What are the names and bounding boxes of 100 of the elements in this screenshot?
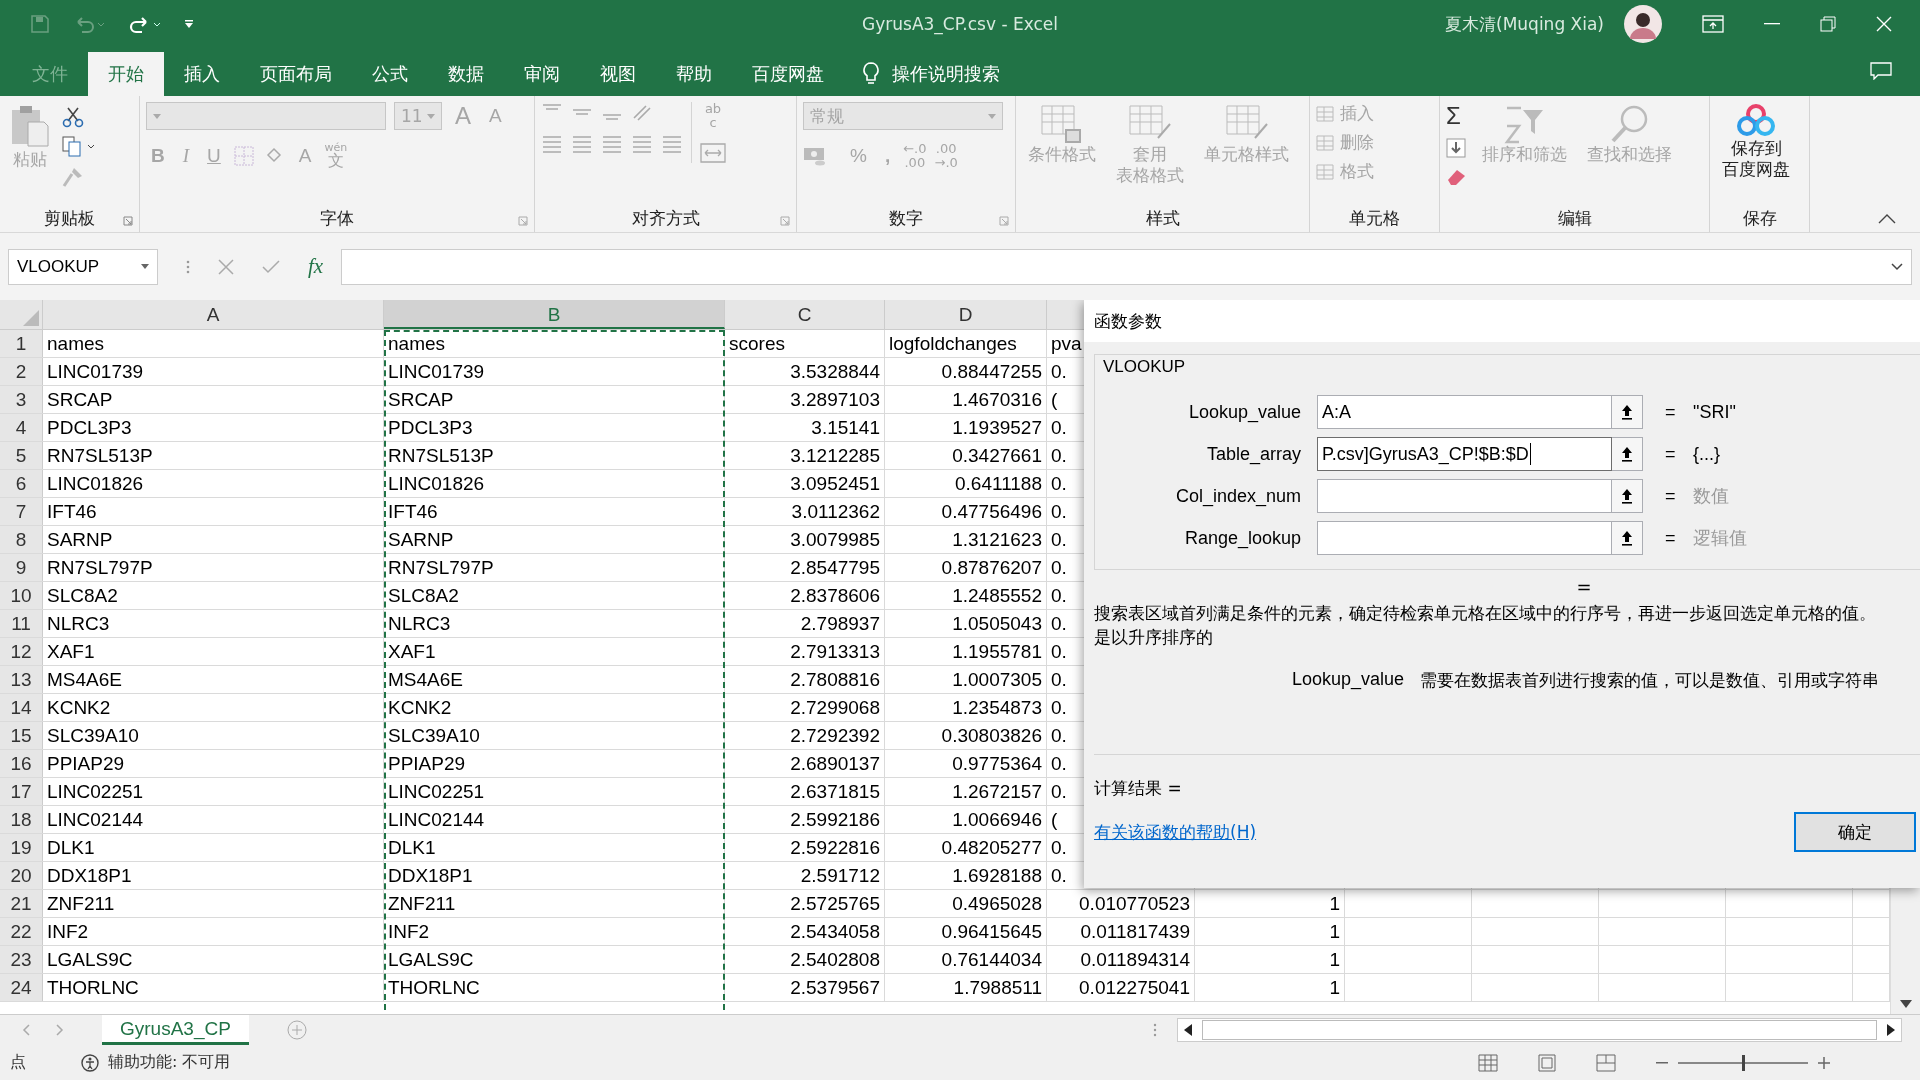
row-number[interactable]: 13 (0, 666, 43, 693)
cut-icon[interactable] (62, 106, 84, 128)
save-icon[interactable] (30, 14, 50, 34)
row-number[interactable]: 5 (0, 442, 43, 469)
row-number[interactable]: 3 (0, 386, 43, 413)
scroll-down-icon[interactable] (1899, 1000, 1912, 1008)
dropdown-caret-icon[interactable] (141, 264, 149, 269)
collapse-dialog-button[interactable] (1612, 437, 1643, 471)
name-box[interactable]: VLOOKUP (8, 248, 158, 285)
table-cell: RN7SL513P (384, 442, 725, 469)
row-number[interactable]: 17 (0, 778, 43, 805)
row-number[interactable]: 24 (0, 974, 43, 1001)
enter-check-icon[interactable] (262, 259, 280, 274)
close-icon[interactable] (1876, 16, 1892, 32)
accessibility-status[interactable]: 辅助功能: 不可用 (108, 1052, 231, 1073)
ribbon-tab[interactable]: 数据 (428, 52, 504, 96)
function-name: VLOOKUP (1103, 357, 1186, 377)
row-number[interactable]: 8 (0, 526, 43, 553)
row-number[interactable]: 11 (0, 610, 43, 637)
previous-sheet-icon[interactable] (22, 1024, 30, 1036)
collapse-ribbon-icon[interactable] (1878, 214, 1896, 224)
fill-down-icon[interactable] (1446, 138, 1468, 158)
select-all-icon[interactable] (23, 310, 39, 326)
column-header[interactable]: B (384, 300, 725, 329)
sheet-tab[interactable]: GyrusA3_CP (102, 1015, 249, 1045)
table-cell: KCNK2 (43, 694, 384, 721)
horizontal-scrollbar[interactable] (1176, 1018, 1902, 1042)
column-header[interactable]: D (885, 300, 1047, 329)
row-number[interactable]: 10 (0, 582, 43, 609)
ribbon-tab[interactable]: 开始 (88, 52, 164, 96)
minimize-icon[interactable] (1764, 23, 1780, 25)
ribbon-tab[interactable]: 插入 (164, 52, 240, 96)
table-cell: 0.87876207 (885, 554, 1047, 581)
row-number[interactable]: 1 (0, 330, 43, 357)
argument-field[interactable]: P.csv]GyrusA3_CP!$B:$D (1317, 437, 1612, 471)
zoom-in-icon[interactable] (1818, 1056, 1830, 1069)
ribbon-tab[interactable]: 百度网盘 (732, 52, 844, 96)
table-cell: IFT46 (384, 498, 725, 525)
autosum-button[interactable]: Σ (1446, 102, 1468, 130)
row-number[interactable]: 14 (0, 694, 43, 721)
ribbon-display-icon[interactable] (1702, 15, 1724, 33)
tell-me-search[interactable]: 操作说明搜索 (892, 62, 1000, 86)
collapse-dialog-button[interactable] (1612, 479, 1643, 513)
page-layout-view-icon[interactable] (1538, 1053, 1556, 1072)
row-number[interactable]: 19 (0, 834, 43, 861)
zoom-thumb[interactable] (1742, 1054, 1745, 1071)
ribbon-tab[interactable]: 视图 (580, 52, 656, 96)
ribbon-tab[interactable]: 审阅 (504, 52, 580, 96)
table-cell: 1.2485552 (885, 582, 1047, 609)
comment-icon[interactable] (1870, 62, 1892, 80)
scroll-right-icon[interactable] (1886, 1024, 1895, 1036)
formula-input[interactable] (341, 248, 1912, 285)
table-cell: SLC39A10 (43, 722, 384, 749)
argument-field[interactable] (1317, 479, 1612, 513)
row-number[interactable]: 21 (0, 890, 43, 917)
table-cell: 0.30803826 (885, 722, 1047, 749)
row-number[interactable]: 9 (0, 554, 43, 581)
table-cell: names (43, 330, 384, 357)
row-number[interactable]: 7 (0, 498, 43, 525)
expand-caret-icon[interactable] (1891, 262, 1903, 271)
copy-icon[interactable] (62, 136, 96, 158)
row-number[interactable]: 2 (0, 358, 43, 385)
add-sheet-icon[interactable] (286, 1020, 307, 1040)
row-number[interactable]: 23 (0, 946, 43, 973)
next-sheet-icon[interactable] (56, 1024, 64, 1036)
row-number[interactable]: 12 (0, 638, 43, 665)
page-break-view-icon[interactable] (1596, 1053, 1616, 1072)
collapse-dialog-button[interactable] (1612, 521, 1643, 555)
format-painter-icon[interactable] (62, 166, 84, 188)
accessibility-icon[interactable] (80, 1052, 100, 1073)
normal-view-icon[interactable] (1478, 1053, 1498, 1072)
argument-field[interactable] (1317, 521, 1612, 555)
lightbulb-icon[interactable] (862, 62, 880, 86)
collapse-dialog-button[interactable] (1612, 395, 1643, 429)
row-number[interactable]: 15 (0, 722, 43, 749)
argument-field[interactable]: A:A (1317, 395, 1612, 429)
redo-icon[interactable] (128, 14, 162, 34)
insert-function-button[interactable]: fx (308, 254, 324, 279)
user-name[interactable]: 夏木清(Muqing Xia) (1445, 12, 1604, 36)
table-cell: PPIAP29 (43, 750, 384, 777)
cancel-icon[interactable] (218, 258, 234, 275)
row-number[interactable]: 22 (0, 918, 43, 945)
zoom-out-icon[interactable] (1656, 1061, 1668, 1064)
row-number[interactable]: 4 (0, 414, 43, 441)
row-number[interactable]: 20 (0, 862, 43, 889)
avatar[interactable] (1624, 5, 1662, 43)
row-number[interactable]: 6 (0, 470, 43, 497)
table-cell: THORLNC (43, 974, 384, 1001)
row-number[interactable]: 18 (0, 806, 43, 833)
save-to-cloud-button[interactable]: 保存到 百度网盘 (1716, 102, 1796, 183)
row-number[interactable]: 16 (0, 750, 43, 777)
ribbon-tab[interactable]: 页面布局 (240, 52, 352, 96)
scroll-left-icon[interactable] (1183, 1024, 1192, 1036)
customize-caret-icon[interactable] (184, 19, 194, 29)
ribbon-tab[interactable]: 帮助 (656, 52, 732, 96)
ok-button[interactable]: 确定 (1794, 812, 1916, 852)
column-header[interactable]: C (725, 300, 885, 329)
ribbon-tab[interactable]: 公式 (352, 52, 428, 96)
restore-icon[interactable] (1820, 16, 1836, 32)
launcher-icon[interactable] (123, 216, 133, 226)
